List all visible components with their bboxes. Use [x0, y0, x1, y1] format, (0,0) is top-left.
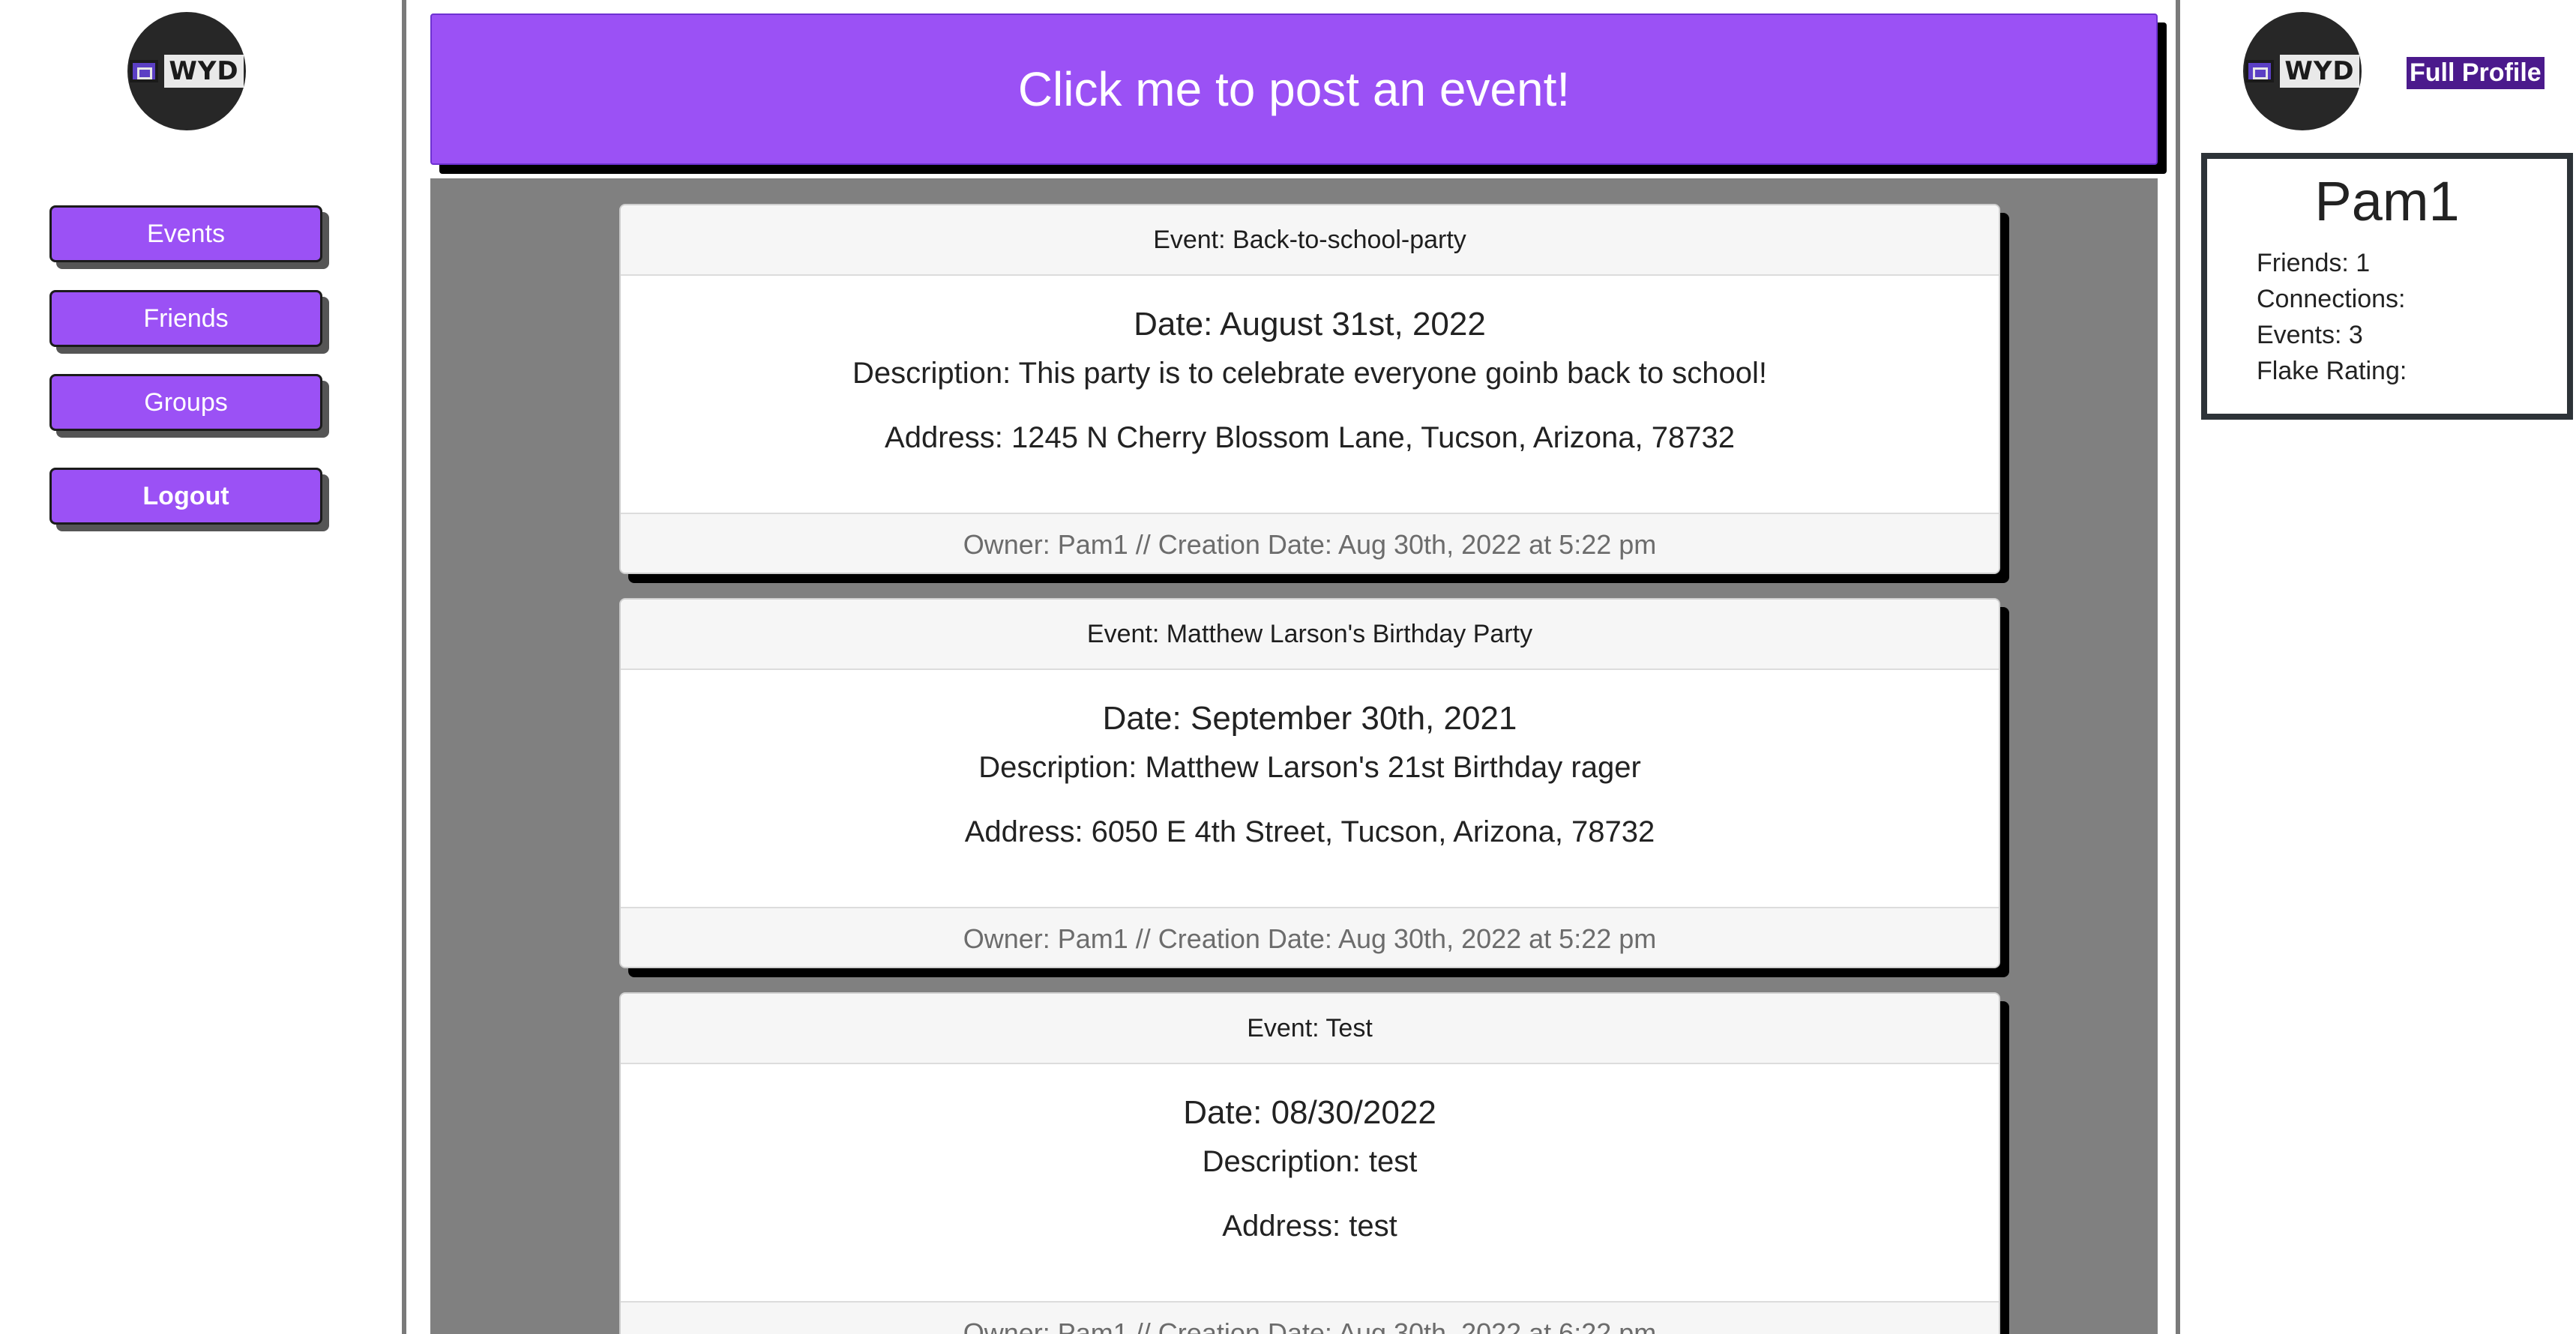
- friends-nav-button[interactable]: Friends: [49, 290, 322, 347]
- left-sidebar: WYD Events Friends Groups Logout: [0, 0, 402, 1334]
- event-footer: Owner: Pam1 // Creation Date: Aug 30th, …: [621, 513, 1999, 573]
- event-card: Event: Test Date: 08/30/2022 Description…: [619, 992, 2000, 1334]
- event-card: Event: Back-to-school-party Date: August…: [619, 204, 2000, 574]
- flake-rating: Flake Rating:: [2257, 357, 2407, 385]
- event-title: Event: Back-to-school-party: [621, 205, 1999, 276]
- logo-text: WYD: [2280, 55, 2359, 88]
- easel-icon: [2245, 60, 2275, 82]
- profile-summary-card: Pam1 Friends: 1 Connections: Events: 3 F…: [2201, 153, 2573, 420]
- event-title: Event: Test: [621, 994, 1999, 1064]
- event-card: Event: Matthew Larson's Birthday Party D…: [619, 598, 2000, 968]
- event-description: Description: This party is to celebrate …: [852, 357, 1767, 390]
- easel-icon: [130, 60, 159, 82]
- main-content: Click me to post an event! Event: Back-t…: [406, 0, 2176, 1334]
- right-sidebar: WYD Full Profile Pam1 Friends: 1 Connect…: [2180, 0, 2576, 1334]
- friends-count: Friends: 1: [2257, 249, 2371, 277]
- event-address: Address: test: [1222, 1210, 1397, 1243]
- wyd-logo[interactable]: WYD: [127, 12, 246, 130]
- event-body: Date: September 30th, 2021 Description: …: [621, 670, 1999, 907]
- event-feed[interactable]: Event: Back-to-school-party Date: August…: [430, 178, 2158, 1334]
- event-title: Event: Matthew Larson's Birthday Party: [621, 600, 1999, 670]
- event-footer: Owner: Pam1 // Creation Date: Aug 30th, …: [621, 907, 1999, 967]
- event-date: Date: September 30th, 2021: [1102, 700, 1517, 737]
- app-root: WYD Events Friends Groups Logout Click m…: [0, 0, 2576, 1334]
- connections-count: Connections:: [2257, 285, 2406, 313]
- event-description: Description: test: [1202, 1145, 1418, 1178]
- event-address: Address: 6050 E 4th Street, Tucson, Ariz…: [964, 815, 1655, 848]
- logo-text: WYD: [164, 55, 244, 88]
- full-profile-link[interactable]: Full Profile: [2407, 57, 2545, 89]
- logout-button[interactable]: Logout: [49, 468, 322, 525]
- profile-username: Pam1: [2314, 170, 2460, 232]
- event-address: Address: 1245 N Cherry Blossom Lane, Tuc…: [885, 421, 1735, 454]
- event-body: Date: August 31st, 2022 Description: Thi…: [621, 276, 1999, 513]
- event-date: Date: 08/30/2022: [1183, 1094, 1436, 1131]
- post-event-button[interactable]: Click me to post an event!: [430, 13, 2158, 165]
- event-footer: Owner: Pam1 // Creation Date: Aug 30th, …: [621, 1301, 1999, 1334]
- events-nav-button[interactable]: Events: [49, 205, 322, 262]
- wyd-logo[interactable]: WYD: [2243, 12, 2362, 130]
- events-count: Events: 3: [2257, 321, 2363, 349]
- groups-nav-button[interactable]: Groups: [49, 374, 322, 431]
- event-body: Date: 08/30/2022 Description: test Addre…: [621, 1064, 1999, 1301]
- event-description: Description: Matthew Larson's 21st Birth…: [978, 751, 1641, 784]
- event-date: Date: August 31st, 2022: [1134, 306, 1486, 342]
